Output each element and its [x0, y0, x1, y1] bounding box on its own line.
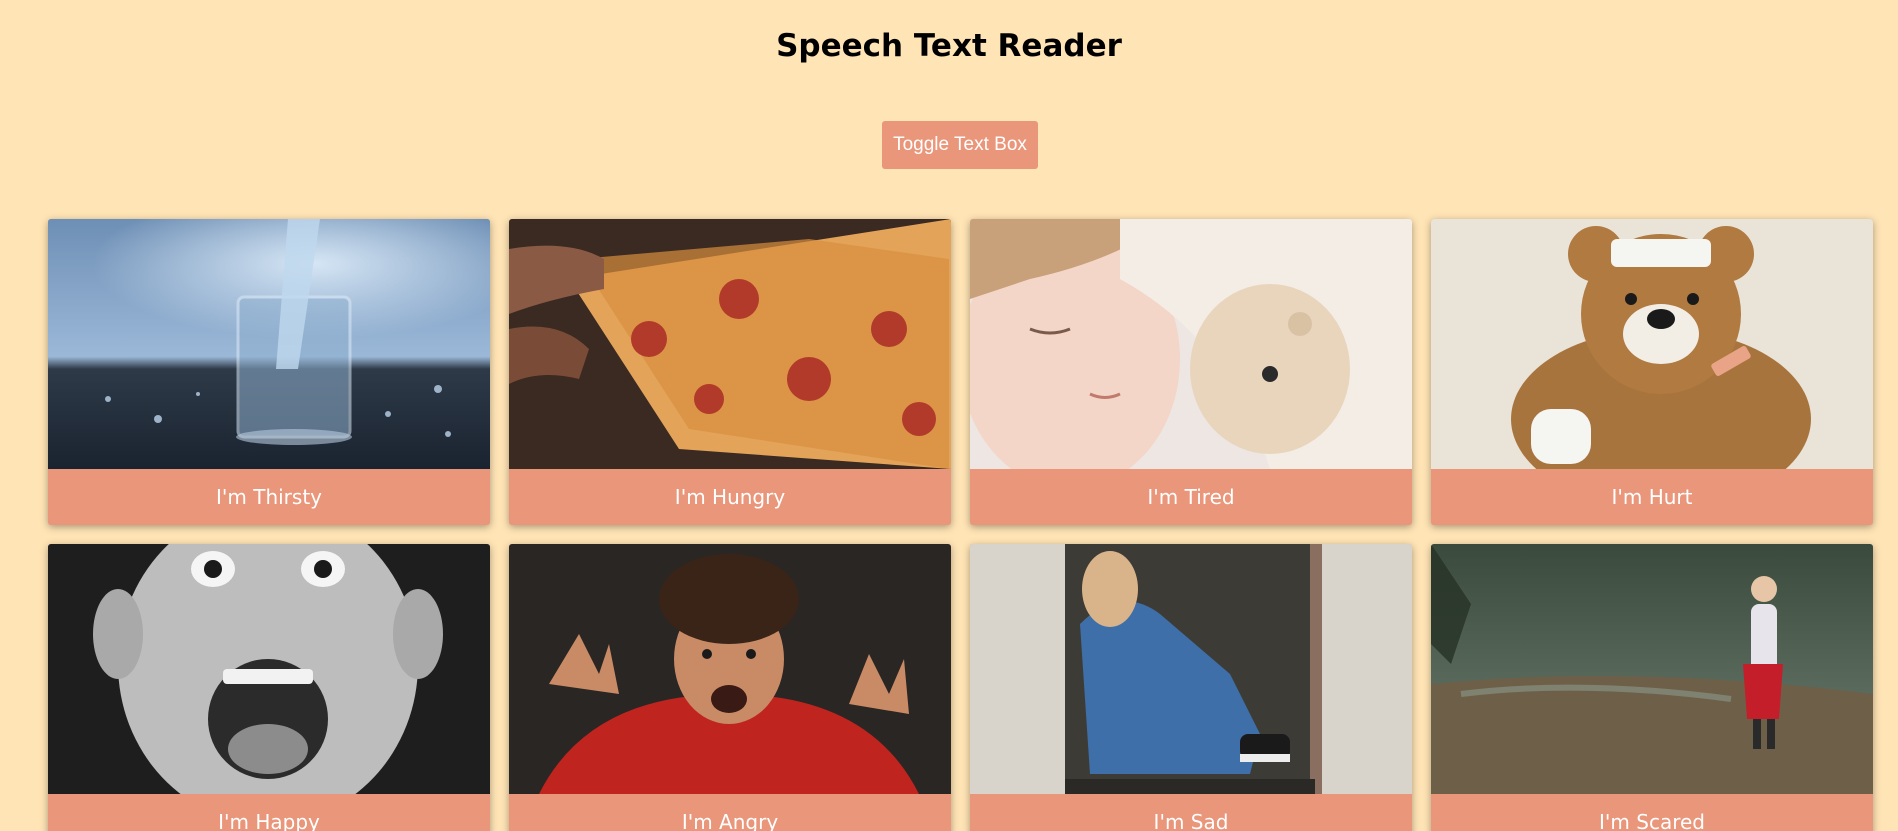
excited-boy-face-image [48, 544, 490, 794]
card-label: I'm Hurt [1611, 485, 1693, 509]
card-label: I'm Hungry [674, 485, 786, 509]
glass-of-water-image [48, 219, 490, 469]
pizza-slice-image [509, 219, 951, 469]
child-alone-in-forest-image [1431, 544, 1873, 794]
card-hungry[interactable]: I'm Hungry [509, 219, 951, 525]
card-label: I'm Happy [218, 810, 320, 831]
card-tired[interactable]: I'm Tired [970, 219, 1412, 525]
bandaged-teddy-bear-image [1431, 219, 1873, 469]
card-label: I'm Angry [681, 810, 779, 831]
card-label: I'm Tired [1147, 485, 1235, 509]
card-thirsty[interactable]: I'm Thirsty [48, 219, 490, 525]
card-hurt[interactable]: I'm Hurt [1431, 219, 1873, 525]
card-label: I'm Thirsty [215, 485, 322, 509]
card-label: I'm Scared [1599, 810, 1705, 831]
app-page: Speech Text Reader Toggle Text Box I'm T… [0, 0, 1898, 831]
card-happy[interactable]: I'm Happy [48, 544, 490, 831]
angry-child-red-sweater-image [509, 544, 951, 794]
page-title: Speech Text Reader [776, 28, 1122, 64]
card-sad[interactable]: I'm Sad [970, 544, 1412, 831]
card-label: I'm Sad [1153, 810, 1229, 831]
sleeping-child-with-teddy-image [970, 219, 1412, 469]
sad-child-in-doorway-image [970, 544, 1412, 794]
card-grid: I'm Thirsty I'm Hungry I'm Tired I'm Hur… [48, 219, 1874, 831]
toggle-text-box-button[interactable]: Toggle Text Box [882, 121, 1038, 169]
card-angry[interactable]: I'm Angry [509, 544, 951, 831]
card-scared[interactable]: I'm Scared [1431, 544, 1873, 831]
